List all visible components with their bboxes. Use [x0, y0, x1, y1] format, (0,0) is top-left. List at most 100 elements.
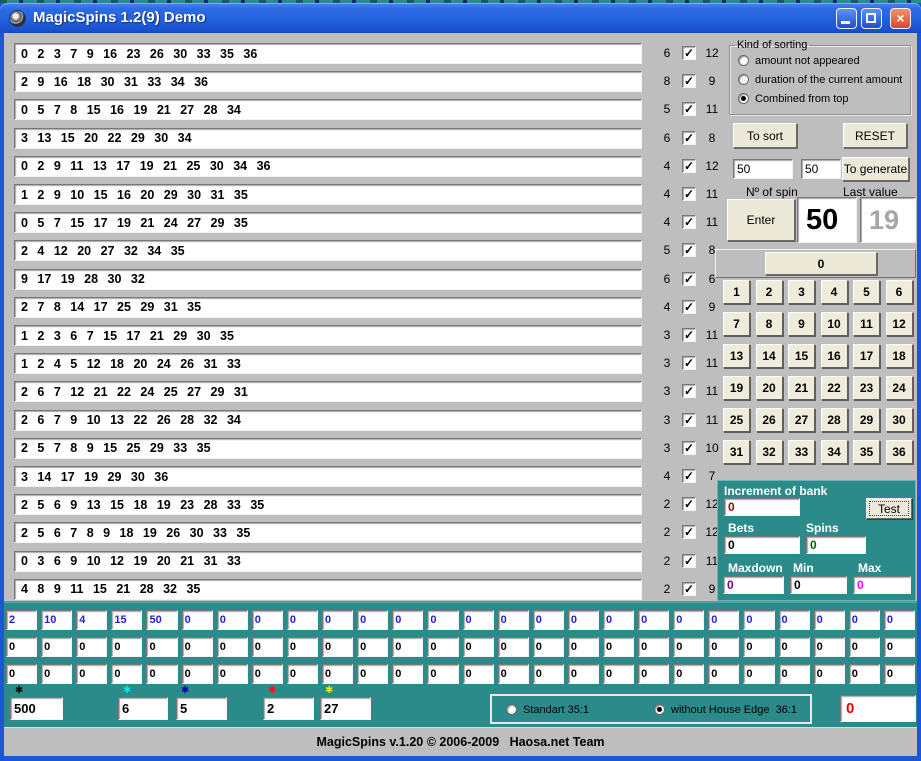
number-button-17[interactable]: 17 — [853, 344, 880, 368]
payout-option-standart[interactable]: Standart 35:1 — [506, 700, 589, 719]
stat-cell[interactable] — [6, 664, 37, 684]
stat-cell[interactable] — [322, 610, 353, 630]
enter-button[interactable]: Enter — [727, 199, 795, 241]
stat-cell[interactable] — [41, 637, 72, 657]
stat-cell[interactable] — [533, 664, 564, 684]
row-checkbox[interactable]: ✓ — [682, 525, 696, 539]
stat-cell[interactable] — [603, 664, 634, 684]
spin-sequence-field[interactable] — [14, 297, 642, 318]
number-button-29[interactable]: 29 — [853, 408, 880, 432]
spin-sequence-field[interactable] — [14, 269, 642, 290]
stat-cell[interactable] — [392, 664, 423, 684]
number-button-35[interactable]: 35 — [853, 440, 880, 464]
stat-cell[interactable] — [252, 664, 283, 684]
stat-cell[interactable] — [182, 664, 213, 684]
spin-sequence-field[interactable] — [14, 522, 642, 543]
spin-sequence-field[interactable] — [14, 240, 642, 261]
stat-cell[interactable] — [392, 637, 423, 657]
row-checkbox[interactable]: ✓ — [682, 328, 696, 342]
sorting-option[interactable]: Combined from top — [730, 89, 910, 108]
stat-cell[interactable] — [41, 610, 72, 630]
number-button-1[interactable]: 1 — [723, 280, 750, 304]
stat-cell[interactable] — [111, 637, 142, 657]
number-button-2[interactable]: 2 — [756, 280, 783, 304]
number-button-13[interactable]: 13 — [723, 344, 750, 368]
stat-cell[interactable] — [287, 637, 318, 657]
number-button-25[interactable]: 25 — [723, 408, 750, 432]
stat-cell[interactable] — [76, 637, 107, 657]
row-checkbox[interactable]: ✓ — [682, 582, 696, 596]
stat-cell[interactable] — [76, 664, 107, 684]
stat-cell[interactable] — [779, 610, 810, 630]
to-generate-button[interactable]: To generate — [842, 157, 909, 181]
stat-cell[interactable] — [146, 610, 177, 630]
row-checkbox[interactable]: ✓ — [682, 300, 696, 314]
stat-cell[interactable] — [357, 637, 388, 657]
number-button-23[interactable]: 23 — [853, 376, 880, 400]
stat-cell[interactable] — [357, 610, 388, 630]
marker-navy-input[interactable] — [176, 697, 227, 720]
sorting-option[interactable]: amount not appeared — [730, 51, 910, 70]
stat-cell[interactable] — [463, 637, 494, 657]
spin-sequence-field[interactable] — [14, 212, 642, 233]
stat-cell[interactable] — [673, 664, 704, 684]
stat-cell[interactable] — [603, 637, 634, 657]
row-checkbox[interactable]: ✓ — [682, 159, 696, 173]
stat-cell[interactable] — [849, 637, 880, 657]
minimize-button[interactable] — [836, 8, 857, 29]
close-button[interactable]: × — [890, 8, 911, 29]
number-button-24[interactable]: 24 — [886, 376, 913, 400]
number-button-26[interactable]: 26 — [756, 408, 783, 432]
number-button-31[interactable]: 31 — [723, 440, 750, 464]
stat-cell[interactable] — [779, 664, 810, 684]
stat-cell[interactable] — [814, 610, 845, 630]
number-button-33[interactable]: 33 — [788, 440, 815, 464]
row-checkbox[interactable]: ✓ — [682, 469, 696, 483]
stat-cell[interactable] — [287, 664, 318, 684]
number-button-9[interactable]: 9 — [788, 312, 815, 336]
stat-cell[interactable] — [849, 664, 880, 684]
stat-cell[interactable] — [111, 610, 142, 630]
payout-option-no-house-edge[interactable]: without House Edge 36:1 — [654, 700, 797, 719]
number-button-6[interactable]: 6 — [886, 280, 913, 304]
stat-cell[interactable] — [533, 610, 564, 630]
spin-sequence-field[interactable] — [14, 579, 642, 600]
spin-sequence-field[interactable] — [14, 494, 642, 515]
number-button-15[interactable]: 15 — [788, 344, 815, 368]
stat-cell[interactable] — [111, 664, 142, 684]
stat-cell[interactable] — [638, 637, 669, 657]
sorting-option[interactable]: duration of the current amount — [730, 70, 910, 89]
row-checkbox[interactable]: ✓ — [682, 46, 696, 60]
increment-input[interactable] — [724, 498, 800, 516]
number-button-34[interactable]: 34 — [821, 440, 848, 464]
stat-cell[interactable] — [6, 610, 37, 630]
number-button-5[interactable]: 5 — [853, 280, 880, 304]
row-checkbox[interactable]: ✓ — [682, 497, 696, 511]
row-checkbox[interactable]: ✓ — [682, 243, 696, 257]
result-input[interactable] — [840, 695, 916, 722]
spins-input[interactable] — [806, 536, 866, 554]
spin-sequence-field[interactable] — [14, 99, 642, 120]
number-button-8[interactable]: 8 — [756, 312, 783, 336]
spin-sequence-field[interactable] — [14, 466, 642, 487]
stat-cell[interactable] — [533, 637, 564, 657]
number-button-19[interactable]: 19 — [723, 376, 750, 400]
stat-cell[interactable] — [884, 610, 915, 630]
row-checkbox[interactable]: ✓ — [682, 384, 696, 398]
number-button-12[interactable]: 12 — [886, 312, 913, 336]
stat-cell[interactable] — [708, 610, 739, 630]
stat-cell[interactable] — [427, 610, 458, 630]
stat-cell[interactable] — [814, 664, 845, 684]
marker-cyan-input[interactable] — [118, 697, 168, 720]
stat-cell[interactable] — [498, 637, 529, 657]
spin-sequence-field[interactable] — [14, 381, 642, 402]
number-button-32[interactable]: 32 — [756, 440, 783, 464]
row-checkbox[interactable]: ✓ — [682, 554, 696, 568]
number-button-3[interactable]: 3 — [788, 280, 815, 304]
number-button-10[interactable]: 10 — [821, 312, 848, 336]
stat-cell[interactable] — [41, 664, 72, 684]
stat-cell[interactable] — [463, 664, 494, 684]
number-button-7[interactable]: 7 — [723, 312, 750, 336]
maximize-button[interactable] — [861, 8, 882, 29]
number-button-36[interactable]: 36 — [886, 440, 913, 464]
